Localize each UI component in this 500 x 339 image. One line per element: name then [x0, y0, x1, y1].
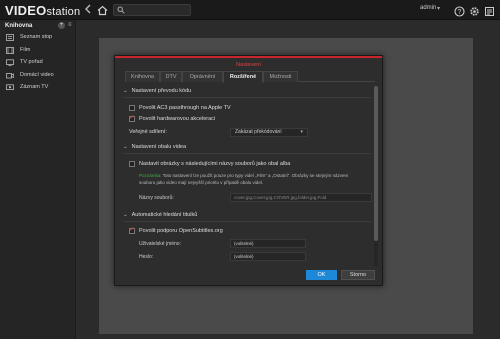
add-library-button[interactable]: +	[58, 22, 65, 29]
help-button[interactable]: ?	[454, 4, 465, 17]
tab-dtv[interactable]: DTV	[160, 71, 182, 82]
sidebar-item-label: Film	[20, 47, 31, 53]
sidebar-item-label: Domácí video	[20, 72, 54, 78]
tv-icon	[6, 59, 14, 66]
home-video-icon	[6, 73, 14, 79]
user-menu-caret[interactable]: ▾	[437, 5, 440, 12]
tab-library[interactable]: Knihovna	[125, 71, 160, 82]
note-key: Poznámka:	[139, 173, 162, 178]
top-bar: VIDEOstation admin ▾ ?	[0, 0, 500, 20]
settings-button[interactable]	[469, 4, 480, 16]
help-icon: ?	[454, 6, 465, 17]
tab-advanced[interactable]: Rozšířené	[223, 71, 263, 83]
divider	[123, 153, 371, 154]
svg-text:?: ?	[458, 9, 462, 16]
sidebar-item-film[interactable]: Film	[0, 45, 76, 57]
cover-note-line-1: Poznámka: Toto nastavení lze použít pouz…	[139, 173, 349, 178]
filenames-input[interactable]: cover.jpg,Cover.jpg,COVER.jpg,folder.jpg…	[230, 193, 372, 202]
hw-acceleration-label: Povolit hardwarovou akceleraci	[139, 116, 216, 122]
password-label: Heslo:	[139, 254, 154, 260]
sidebar-item-label: Záznam TV	[20, 84, 49, 90]
cover-filenames-checkbox[interactable]	[129, 161, 135, 167]
opensubtitles-label: Povolit podporu OpenSubtitles.org	[139, 228, 223, 234]
home-icon	[97, 5, 108, 16]
password-input[interactable]: (volitelné)	[230, 252, 306, 261]
sidebar-item-tv-recording[interactable]: Záznam TV	[0, 82, 76, 94]
public-sharing-label: Veřejné sdílení:	[129, 129, 167, 135]
dialog-accent-bar	[115, 56, 382, 58]
section-subtitles-header[interactable]: ⌄ Automatické hledání titulků	[123, 212, 197, 218]
chevron-down-icon: ▾	[300, 129, 303, 135]
dialog-title: Nastavení	[236, 62, 261, 68]
search-input[interactable]	[113, 4, 191, 16]
sidebar-item-label: Seznam stop	[20, 34, 53, 40]
playlist-icon	[6, 34, 14, 41]
task-button[interactable]	[484, 4, 495, 16]
film-icon	[6, 47, 14, 54]
filenames-label: Názvy souborů:	[139, 195, 174, 201]
library-menu-button[interactable]: ≡	[68, 22, 72, 28]
back-button[interactable]	[84, 3, 96, 17]
home-button[interactable]	[97, 3, 109, 17]
app-logo: VIDEOstation	[5, 3, 81, 18]
tab-options[interactable]: Možnosti	[263, 71, 298, 82]
tab-permissions[interactable]: Oprávnění	[182, 71, 223, 82]
sidebar-item-playlist[interactable]: Seznam stop	[0, 32, 76, 44]
scrollbar-thumb[interactable]	[374, 86, 378, 241]
task-list-icon	[485, 7, 494, 16]
cancel-button[interactable]: Storno	[341, 270, 375, 280]
user-menu[interactable]: admin	[420, 5, 436, 11]
opensubtitles-checkbox[interactable]	[129, 226, 135, 234]
ok-button[interactable]: OK	[306, 270, 337, 280]
settings-content: ⌄ Nastavení převodu kódu Povolit AC3 pass…	[120, 84, 378, 264]
sidebar: Knihovna + ≡ Seznam stop Film TV pořad D…	[0, 20, 76, 339]
divider	[123, 221, 371, 222]
chevron-left-icon	[85, 4, 91, 14]
username-label: Uživatelské jméno:	[139, 241, 181, 247]
sidebar-item-home-video[interactable]: Domácí video	[0, 70, 76, 82]
sidebar-item-label: TV pořad	[20, 59, 43, 65]
divider	[123, 97, 371, 98]
hw-acceleration-checkbox[interactable]	[129, 114, 135, 122]
library-header: Knihovna	[5, 23, 33, 29]
ac3-passthrough-label: Povolit AC3 passthrough na Apple TV	[139, 105, 231, 111]
section-cover-header[interactable]: ⌄ Nastavení obalu videa	[123, 144, 186, 150]
chevron-down-icon: ⌄	[123, 88, 128, 94]
username-input[interactable]: (volitelné)	[230, 239, 306, 248]
settings-dialog: Nastavení Knihovna DTV Oprávnění Rozšíře…	[114, 55, 383, 286]
ac3-passthrough-checkbox[interactable]	[129, 105, 135, 111]
chevron-down-icon: ⌄	[123, 144, 128, 150]
search-icon	[117, 6, 125, 14]
gear-icon	[470, 7, 479, 16]
section-transcoding-header[interactable]: ⌄ Nastavení převodu kódu	[123, 88, 191, 94]
tv-recording-icon	[6, 84, 14, 91]
tab-bar: Knihovna DTV Oprávnění Rozšířené Možnost…	[125, 71, 375, 83]
chevron-down-icon: ⌄	[123, 212, 128, 218]
cover-filenames-label: Nastavit obrázky s následujícími názvy s…	[139, 161, 291, 167]
cover-note-line-2: souboru jako video mají nejvyšší priorit…	[139, 180, 264, 185]
sidebar-item-tv-show[interactable]: TV pořad	[0, 57, 76, 69]
public-sharing-select[interactable]: Zakázat překódování ▾	[230, 128, 308, 137]
